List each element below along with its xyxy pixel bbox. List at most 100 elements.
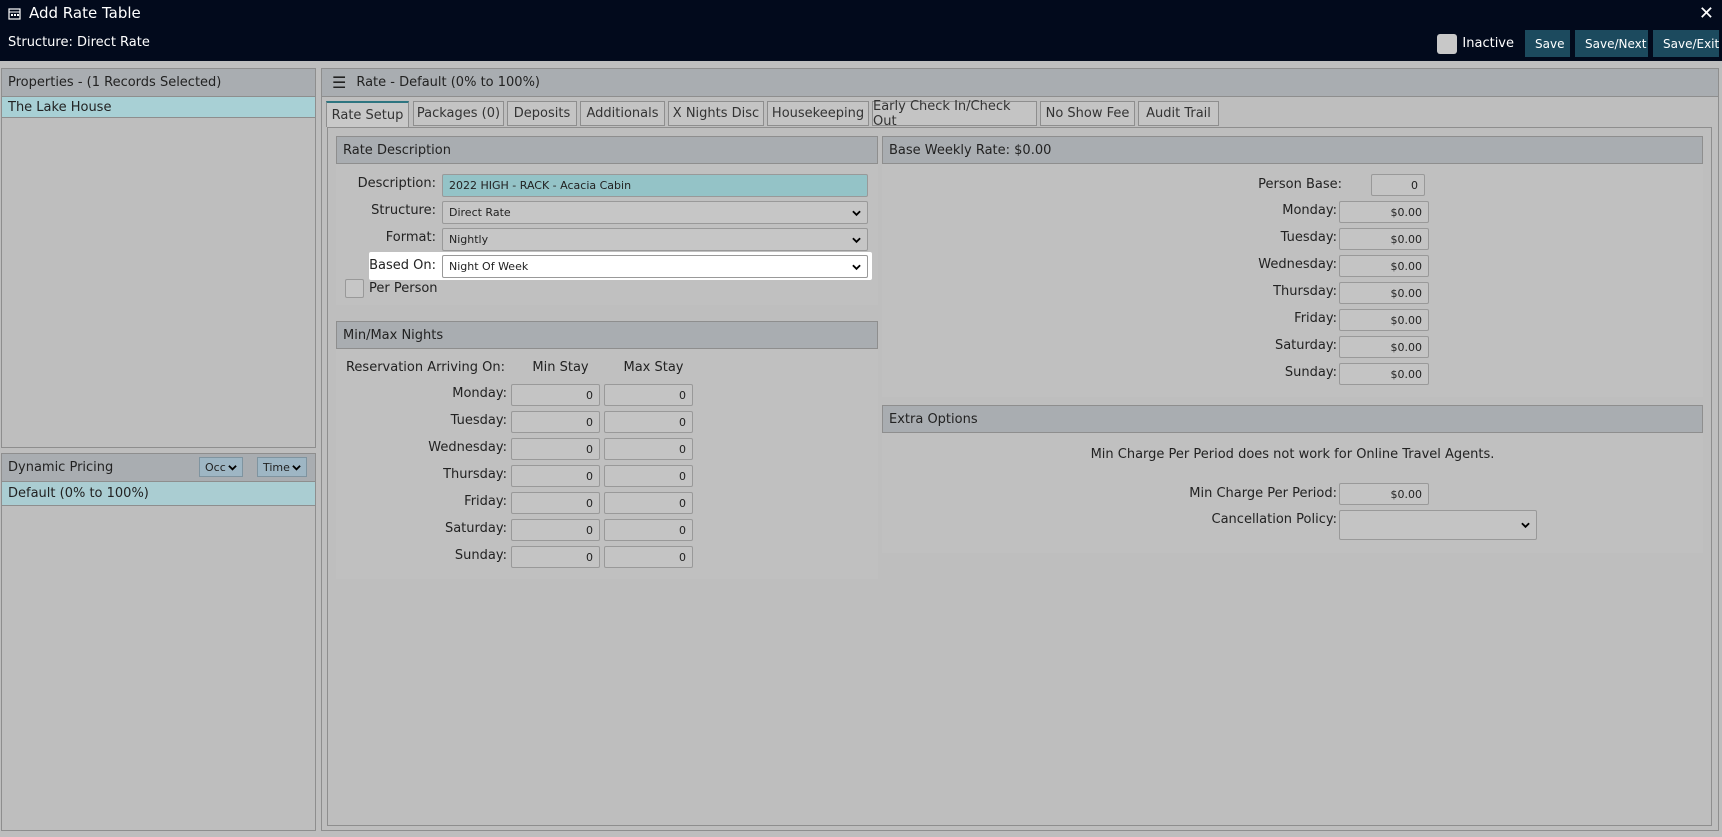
tab-packages[interactable]: Packages (0)	[413, 101, 504, 126]
tab-housekeeping[interactable]: Housekeeping	[767, 101, 869, 126]
weekly-day-label: Saturday:	[1274, 338, 1337, 353]
min-stay-input[interactable]: 0	[511, 492, 600, 514]
weekly-day-label: Friday:	[1294, 311, 1337, 326]
max-stay-input[interactable]: 0	[604, 438, 693, 460]
time-label: Time	[263, 460, 290, 474]
format-label: Format:	[385, 230, 436, 245]
save-next-button[interactable]: Save/Next	[1575, 30, 1648, 57]
person-base-label: Person Base:	[1258, 177, 1342, 192]
save-exit-button[interactable]: Save/Exit	[1653, 30, 1719, 57]
weekly-rate-input[interactable]: $0.00	[1339, 201, 1429, 223]
tab-no-show-fee[interactable]: No Show Fee	[1040, 101, 1135, 126]
min-max-day-label: Thursday:	[443, 467, 507, 482]
format-value: Nightly	[449, 233, 489, 246]
min-max-header: Min/Max Nights	[336, 321, 878, 349]
weekly-rate-input[interactable]: $0.00	[1339, 255, 1429, 277]
based-on-value: Night Of Week	[449, 260, 529, 273]
window-title: Add Rate Table	[8, 4, 141, 22]
weekly-day-label: Tuesday:	[1280, 230, 1337, 245]
min-max-day-label: Sunday:	[454, 548, 507, 563]
min-max-day-label: Saturday:	[444, 521, 507, 536]
close-icon[interactable]: ✕	[1699, 3, 1714, 24]
max-stay-input[interactable]: 0	[604, 546, 693, 568]
min-max-day-label: Tuesday:	[450, 413, 507, 428]
chevron-down-icon	[852, 237, 861, 243]
dynamic-pricing-panel: Dynamic Pricing Occ Time Default (0% to …	[1, 453, 316, 831]
weekly-rate-input[interactable]: $0.00	[1339, 336, 1429, 358]
weekly-rate-input[interactable]: $0.00	[1339, 282, 1429, 304]
weekly-rate-input[interactable]: $0.00	[1339, 228, 1429, 250]
based-on-select[interactable]: Night Of Week	[442, 255, 868, 278]
top-actions: Inactive Save Save/Next Save/Exit	[1437, 30, 1719, 57]
weekly-day-label: Wednesday:	[1258, 257, 1337, 272]
properties-header: Properties - (1 Records Selected)	[2, 69, 315, 97]
structure-select[interactable]: Direct Rate	[442, 201, 868, 224]
tab-early-checkin-checkout[interactable]: Early Check In/Check Out	[872, 99, 1037, 129]
dynamic-pricing-title: Dynamic Pricing	[8, 460, 114, 475]
min-max-day-label: Wednesday:	[428, 440, 507, 455]
cancellation-select[interactable]	[1339, 510, 1537, 540]
min-stay-input[interactable]: 0	[511, 465, 600, 487]
window-title-text: Add Rate Table	[29, 4, 141, 22]
based-on-label: Based On:	[369, 258, 436, 273]
cancellation-label: Cancellation Policy:	[1211, 512, 1337, 527]
min-stay-input[interactable]: 0	[511, 519, 600, 541]
max-stay-input[interactable]: 0	[604, 384, 693, 406]
min-stay-header: Min Stay	[532, 360, 589, 375]
min-max-day-label: Friday:	[464, 494, 507, 509]
inactive-label: Inactive	[1462, 36, 1514, 51]
rate-description-header: Rate Description	[336, 136, 878, 164]
min-stay-input[interactable]: 0	[511, 546, 600, 568]
format-select[interactable]: Nightly	[442, 228, 868, 251]
rate-header-title: Rate - Default (0% to 100%)	[356, 75, 540, 90]
chevron-down-icon	[1521, 522, 1530, 529]
base-weekly-header: Base Weekly Rate: $0.00	[882, 136, 1703, 164]
per-person-checkbox[interactable]	[345, 279, 364, 298]
dynamic-pricing-item[interactable]: Default (0% to 100%)	[2, 482, 315, 506]
description-label: Description:	[357, 176, 436, 191]
property-list-item[interactable]: The Lake House	[2, 97, 315, 118]
min-stay-input[interactable]: 0	[511, 411, 600, 433]
chevron-down-icon	[228, 464, 237, 471]
person-base-input[interactable]: 0	[1371, 174, 1425, 196]
min-stay-input[interactable]: 0	[511, 384, 600, 406]
properties-panel: Properties - (1 Records Selected) The La…	[1, 68, 316, 448]
title-bar: Add Rate Table Structure: Direct Rate ✕ …	[0, 0, 1722, 61]
tab-audit-trail[interactable]: Audit Trail	[1138, 101, 1219, 126]
min-stay-input[interactable]: 0	[511, 438, 600, 460]
save-button[interactable]: Save	[1525, 30, 1570, 57]
weekly-day-label: Sunday:	[1284, 365, 1337, 380]
menu-icon[interactable]: ☰	[332, 74, 346, 91]
tab-x-nights-disc[interactable]: X Nights Disc	[668, 101, 764, 126]
inactive-checkbox[interactable]	[1437, 33, 1458, 54]
max-stay-input[interactable]: 0	[604, 465, 693, 487]
min-charge-label: Min Charge Per Period:	[1189, 486, 1337, 501]
tab-deposits[interactable]: Deposits	[507, 101, 577, 126]
max-stay-header: Max Stay	[623, 360, 684, 375]
per-person-label: Per Person	[369, 281, 438, 296]
structure-label: Structure:	[371, 203, 436, 218]
calendar-icon	[8, 7, 21, 20]
rate-header: ☰ Rate - Default (0% to 100%)	[322, 69, 1718, 97]
weekly-day-label: Monday:	[1282, 203, 1337, 218]
max-stay-input[interactable]: 0	[604, 492, 693, 514]
min-max-day-label: Monday:	[452, 386, 507, 401]
min-charge-input[interactable]: $0.00	[1339, 483, 1429, 505]
tab-rate-setup[interactable]: Rate Setup	[326, 101, 409, 127]
time-dropdown[interactable]: Time	[257, 457, 307, 477]
tab-additionals[interactable]: Additionals	[580, 101, 665, 126]
description-input[interactable]: 2022 HIGH - RACK - Acacia Cabin	[442, 174, 868, 197]
ota-note: Min Charge Per Period does not work for …	[1090, 447, 1495, 462]
structure-value: Direct Rate	[449, 206, 511, 219]
chevron-down-icon	[292, 464, 301, 471]
max-stay-input[interactable]: 0	[604, 411, 693, 433]
structure-subtitle: Structure: Direct Rate	[8, 35, 150, 50]
weekly-rate-input[interactable]: $0.00	[1339, 363, 1429, 385]
occ-dropdown[interactable]: Occ	[199, 457, 243, 477]
dynamic-pricing-header: Dynamic Pricing Occ Time	[2, 454, 315, 482]
chevron-down-icon	[852, 210, 861, 216]
weekly-rate-input[interactable]: $0.00	[1339, 309, 1429, 331]
chevron-down-icon	[852, 264, 861, 270]
max-stay-input[interactable]: 0	[604, 519, 693, 541]
extra-options-header: Extra Options	[882, 405, 1703, 433]
